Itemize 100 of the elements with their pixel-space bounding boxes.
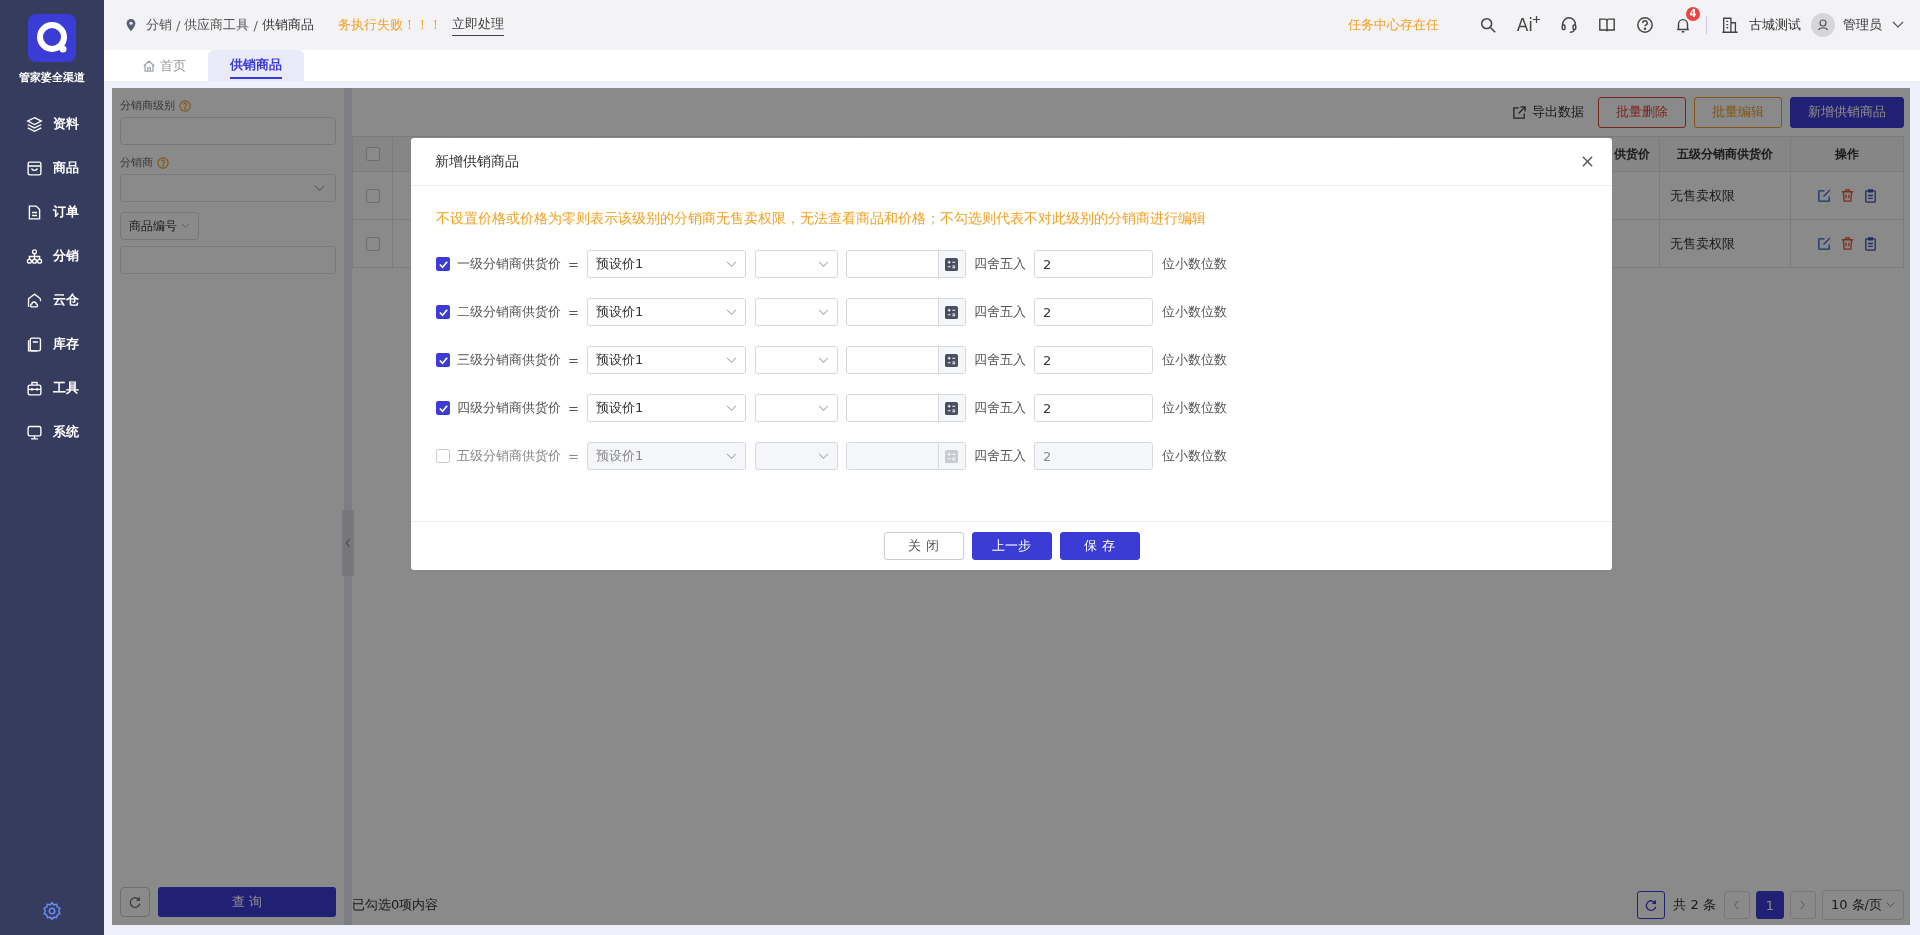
help-icon[interactable]	[1636, 16, 1654, 34]
dialog-button[interactable]: 保 存	[1059, 532, 1140, 560]
equals-sign: =	[568, 400, 579, 416]
clipboard-icon[interactable]	[1862, 236, 1878, 251]
breadcrumb-item[interactable]: 分销	[146, 16, 172, 34]
price-select[interactable]: 预设价1	[586, 250, 746, 278]
price-select[interactable]: 预设价1	[586, 346, 746, 374]
chevron-left-icon	[1733, 900, 1741, 910]
column-header: 五级分销商供货价	[1677, 145, 1773, 163]
location-pin-icon	[124, 18, 138, 32]
calculator-icon[interactable]	[945, 353, 959, 367]
nav-item[interactable]: 分销	[53, 247, 79, 265]
equals-sign: =	[568, 352, 579, 368]
calculator-icon[interactable]	[945, 305, 959, 319]
row-checkbox[interactable]	[365, 236, 380, 251]
caret-icon[interactable]	[1892, 21, 1904, 29]
search-icon[interactable]	[1478, 16, 1497, 34]
nav-item[interactable]: 订单	[53, 203, 79, 221]
reset-button[interactable]	[120, 887, 150, 917]
chevron-down-icon	[725, 308, 737, 316]
notice-text: 不设置价格或价格为零则表示该级别的分销商无售卖权限，无法查看商品和价格；不勾选则代表不对此级别的分销商进行编辑	[436, 210, 1207, 228]
refresh-button[interactable]	[1637, 891, 1666, 919]
value-field[interactable]	[845, 346, 966, 374]
nav-item[interactable]: 库存	[53, 335, 79, 353]
clipboard-icon[interactable]	[1862, 188, 1878, 203]
chevron-down-icon	[817, 452, 829, 460]
calculator-icon[interactable]	[945, 257, 959, 271]
column-header: 供货价	[1614, 145, 1650, 163]
user-name[interactable]: 管理员	[1843, 16, 1882, 34]
chevron-down-icon	[725, 260, 737, 268]
company-name[interactable]: 古城测试	[1749, 16, 1801, 34]
calculator-icon[interactable]	[945, 401, 959, 415]
delete-icon[interactable]	[1839, 188, 1855, 203]
decimals-field[interactable]: 2	[1033, 394, 1153, 422]
close-icon[interactable]	[1581, 155, 1594, 168]
value-field[interactable]	[845, 394, 966, 422]
level-checkbox[interactable]	[436, 305, 450, 319]
network-icon	[26, 247, 43, 265]
edit-icon[interactable]	[1816, 188, 1832, 203]
nav-item[interactable]: 系统	[53, 423, 79, 441]
toolbar-button[interactable]: 新增供销商品	[1790, 96, 1904, 128]
price-label: 一级分销商供货价	[457, 255, 561, 273]
nav-item[interactable]: 商品	[53, 159, 79, 177]
handle-now-link[interactable]: 立即处理	[451, 14, 504, 36]
avatar-icon[interactable]	[1811, 13, 1835, 37]
dialog-title: 新增供销商品	[435, 152, 519, 171]
query-button[interactable]: 查 询	[158, 887, 336, 917]
select-all-checkbox[interactable]	[365, 147, 380, 161]
rounding-label: 四舍五入	[973, 255, 1026, 273]
field-label: 分销商	[120, 155, 153, 170]
breadcrumb-item[interactable]: 供销商品	[261, 16, 314, 34]
refresh-icon	[1644, 898, 1659, 912]
rounding-label: 四舍五入	[973, 399, 1026, 417]
breadcrumb-item[interactable]: 供应商工具	[184, 16, 250, 34]
bell-icon[interactable]	[1674, 16, 1692, 34]
rounding-label: 四舍五入	[973, 303, 1026, 321]
delete-icon[interactable]	[1839, 236, 1855, 251]
collapse-handle[interactable]	[342, 510, 354, 576]
price-select[interactable]: 预设价1	[586, 298, 746, 326]
page-button[interactable]: 1	[1755, 891, 1784, 919]
table-cell: 无售卖权限	[1670, 234, 1735, 253]
table-cell: 无售卖权限	[1670, 186, 1735, 205]
headset-icon[interactable]	[1560, 16, 1578, 34]
dialog-button[interactable]: 关 闭	[883, 532, 964, 560]
building-icon	[1721, 16, 1739, 34]
settings-icon[interactable]	[42, 901, 62, 921]
alert-text: 务执行失败！！！	[337, 16, 442, 34]
chevron-down-icon	[817, 404, 829, 412]
cloud-house-icon	[26, 291, 43, 309]
page-size-select[interactable]: 10 条/页	[1821, 890, 1904, 920]
value-field[interactable]	[845, 442, 966, 470]
book-icon[interactable]	[1598, 16, 1616, 34]
chevron-right-icon	[1799, 900, 1807, 910]
equals-sign: =	[568, 448, 579, 464]
nav-item[interactable]: 云仓	[53, 291, 79, 309]
decimals-field[interactable]: 2	[1033, 250, 1153, 278]
dialog-button[interactable]: 上一步	[971, 532, 1052, 560]
nav-item[interactable]: 资料	[53, 115, 79, 133]
price-label: 三级分销商供货价	[457, 351, 561, 369]
edit-icon[interactable]	[1816, 236, 1832, 251]
level-checkbox[interactable]	[436, 257, 450, 271]
page-tab[interactable]: 供销商品	[208, 50, 304, 81]
row-checkbox[interactable]	[365, 188, 380, 203]
decimals-field[interactable]: 2	[1033, 346, 1153, 374]
decimals-suffix: 位小数位数	[1161, 399, 1227, 417]
nav-item[interactable]: 工具	[53, 379, 79, 397]
decimals-field[interactable]: 2	[1033, 298, 1153, 326]
level-checkbox[interactable]	[436, 353, 450, 367]
selection-count: 已勾选0项内容	[352, 896, 439, 914]
chevron-down-icon	[1886, 902, 1895, 908]
value-field[interactable]	[845, 250, 966, 278]
rounding-label: 四舍五入	[973, 351, 1026, 369]
clipboard-icon	[26, 335, 43, 353]
level-checkbox[interactable]	[436, 401, 450, 415]
breadcrumb-separator: /	[253, 17, 258, 33]
price-select[interactable]: 预设价1	[586, 394, 746, 422]
ai-assistant-button[interactable]: Ai	[1516, 15, 1540, 35]
value-field[interactable]	[845, 298, 966, 326]
export-link[interactable]: 导出数据	[1512, 103, 1584, 121]
field-type-dropdown[interactable]: 商品编号	[120, 212, 199, 240]
